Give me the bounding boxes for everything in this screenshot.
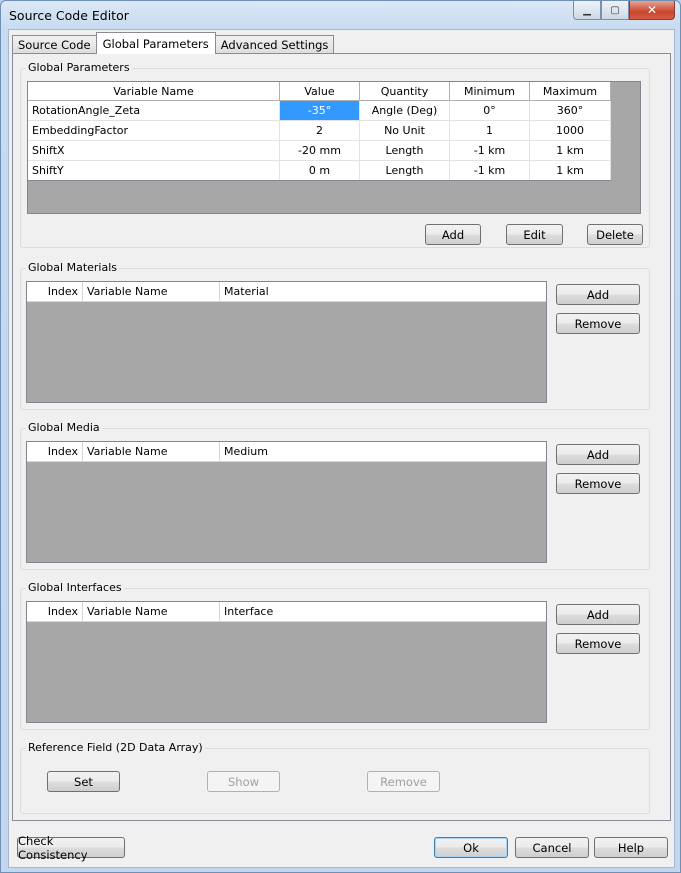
remove-reference-button[interactable]: Remove bbox=[367, 771, 440, 792]
cell-maximum[interactable]: 1 km bbox=[530, 161, 611, 180]
reference-field-group: Reference Field (2D Data Array) Set Show… bbox=[20, 741, 650, 814]
minimize-icon: ▁ bbox=[583, 4, 591, 16]
maximize-button[interactable]: ▢ bbox=[601, 1, 629, 20]
global-parameters-title: Global Parameters bbox=[26, 61, 132, 74]
maximize-icon: ▢ bbox=[610, 4, 620, 16]
close-button[interactable]: ✕ bbox=[629, 1, 675, 20]
column-header-value[interactable]: Value bbox=[280, 82, 360, 100]
cell-variable-name[interactable]: ShiftY bbox=[28, 161, 280, 180]
column-header-variable-name[interactable]: Variable Name bbox=[83, 282, 220, 301]
cell-minimum[interactable]: -1 km bbox=[450, 141, 530, 160]
global-parameters-group: Global Parameters Variable Name Value Qu… bbox=[20, 61, 650, 248]
add-material-button[interactable]: Add bbox=[556, 284, 640, 305]
tab-panel-global-parameters: Global Parameters Variable Name Value Qu… bbox=[12, 53, 671, 821]
global-materials-list[interactable]: Index Variable Name Material bbox=[26, 281, 547, 403]
grid-body: Variable Name Value Quantity Minimum Max… bbox=[28, 82, 611, 181]
global-materials-title: Global Materials bbox=[26, 261, 120, 274]
window-title: Source Code Editor bbox=[9, 8, 129, 23]
list-header: Index Variable Name Medium bbox=[27, 442, 546, 462]
column-header-interface[interactable]: Interface bbox=[220, 602, 546, 621]
ok-button[interactable]: Ok bbox=[434, 837, 508, 858]
global-media-group: Global Media Index Variable Name Medium … bbox=[20, 421, 650, 570]
tab-strip: Source Code Global Parameters Advanced S… bbox=[12, 32, 335, 54]
dialog-client-area: Source Code Global Parameters Advanced S… bbox=[8, 29, 675, 868]
cell-minimum[interactable]: 0° bbox=[450, 101, 530, 120]
reference-field-title: Reference Field (2D Data Array) bbox=[26, 741, 205, 754]
column-header-variable-name[interactable]: Variable Name bbox=[28, 82, 280, 100]
cell-value[interactable]: 2 bbox=[280, 121, 360, 140]
remove-medium-button[interactable]: Remove bbox=[556, 473, 640, 494]
table-row[interactable]: RotationAngle_Zeta -35° Angle (Deg) 0° 3… bbox=[28, 101, 611, 121]
add-medium-button[interactable]: Add bbox=[556, 444, 640, 465]
title-bar[interactable]: Source Code Editor ▁ ▢ ✕ bbox=[1, 1, 680, 29]
global-materials-group: Global Materials Index Variable Name Mat… bbox=[20, 261, 650, 410]
source-code-editor-window: Source Code Editor ▁ ▢ ✕ Source Code Glo… bbox=[0, 0, 681, 873]
global-interfaces-title: Global Interfaces bbox=[26, 581, 124, 594]
cell-value[interactable]: -35° bbox=[280, 101, 360, 120]
cell-variable-name[interactable]: EmbeddingFactor bbox=[28, 121, 280, 140]
cancel-button[interactable]: Cancel bbox=[515, 837, 589, 858]
column-header-variable-name[interactable]: Variable Name bbox=[83, 442, 220, 461]
column-header-minimum[interactable]: Minimum bbox=[450, 82, 530, 100]
cell-value[interactable]: -20 mm bbox=[280, 141, 360, 160]
list-header: Index Variable Name Material bbox=[27, 282, 546, 302]
table-row[interactable]: EmbeddingFactor 2 No Unit 1 1000 bbox=[28, 121, 611, 141]
add-parameter-button[interactable]: Add bbox=[425, 224, 481, 245]
cell-maximum[interactable]: 1 km bbox=[530, 141, 611, 160]
add-interface-button[interactable]: Add bbox=[556, 604, 640, 625]
cell-value[interactable]: 0 m bbox=[280, 161, 360, 180]
grid-header: Variable Name Value Quantity Minimum Max… bbox=[28, 82, 611, 101]
cell-maximum[interactable]: 360° bbox=[530, 101, 611, 120]
column-header-quantity[interactable]: Quantity bbox=[360, 82, 450, 100]
check-consistency-button[interactable]: Check Consistency bbox=[17, 834, 125, 862]
cell-quantity[interactable]: No Unit bbox=[360, 121, 450, 140]
remove-material-button[interactable]: Remove bbox=[556, 313, 640, 334]
remove-interface-button[interactable]: Remove bbox=[556, 633, 640, 654]
minimize-button[interactable]: ▁ bbox=[573, 1, 601, 20]
cell-quantity[interactable]: Length bbox=[360, 161, 450, 180]
cell-maximum[interactable]: 1000 bbox=[530, 121, 611, 140]
global-interfaces-list[interactable]: Index Variable Name Interface bbox=[26, 601, 547, 723]
global-media-list[interactable]: Index Variable Name Medium bbox=[26, 441, 547, 563]
column-header-index[interactable]: Index bbox=[27, 442, 83, 461]
cell-quantity[interactable]: Length bbox=[360, 141, 450, 160]
cell-minimum[interactable]: -1 km bbox=[450, 161, 530, 180]
help-button[interactable]: Help bbox=[594, 837, 668, 858]
cell-variable-name[interactable]: RotationAngle_Zeta bbox=[28, 101, 280, 120]
window-controls: ▁ ▢ ✕ bbox=[573, 1, 675, 21]
column-header-variable-name[interactable]: Variable Name bbox=[83, 602, 220, 621]
global-parameters-grid[interactable]: Variable Name Value Quantity Minimum Max… bbox=[27, 81, 641, 214]
column-header-index[interactable]: Index bbox=[27, 602, 83, 621]
global-media-title: Global Media bbox=[26, 421, 102, 434]
column-header-medium[interactable]: Medium bbox=[220, 442, 546, 461]
global-interfaces-group: Global Interfaces Index Variable Name In… bbox=[20, 581, 650, 730]
column-header-index[interactable]: Index bbox=[27, 282, 83, 301]
table-row[interactable]: ShiftY 0 m Length -1 km 1 km bbox=[28, 161, 611, 181]
delete-parameter-button[interactable]: Delete bbox=[587, 224, 643, 245]
column-header-material[interactable]: Material bbox=[220, 282, 546, 301]
tab-global-parameters[interactable]: Global Parameters bbox=[95, 32, 216, 54]
edit-parameter-button[interactable]: Edit bbox=[506, 224, 563, 245]
close-icon: ✕ bbox=[646, 3, 658, 17]
cell-quantity[interactable]: Angle (Deg) bbox=[360, 101, 450, 120]
column-header-maximum[interactable]: Maximum bbox=[530, 82, 611, 100]
list-header: Index Variable Name Interface bbox=[27, 602, 546, 622]
cell-variable-name[interactable]: ShiftX bbox=[28, 141, 280, 160]
tab-advanced-settings[interactable]: Advanced Settings bbox=[214, 35, 335, 54]
tab-source-code[interactable]: Source Code bbox=[12, 35, 97, 54]
cell-minimum[interactable]: 1 bbox=[450, 121, 530, 140]
show-reference-button[interactable]: Show bbox=[207, 771, 280, 792]
table-row[interactable]: ShiftX -20 mm Length -1 km 1 km bbox=[28, 141, 611, 161]
set-reference-button[interactable]: Set bbox=[47, 771, 120, 792]
